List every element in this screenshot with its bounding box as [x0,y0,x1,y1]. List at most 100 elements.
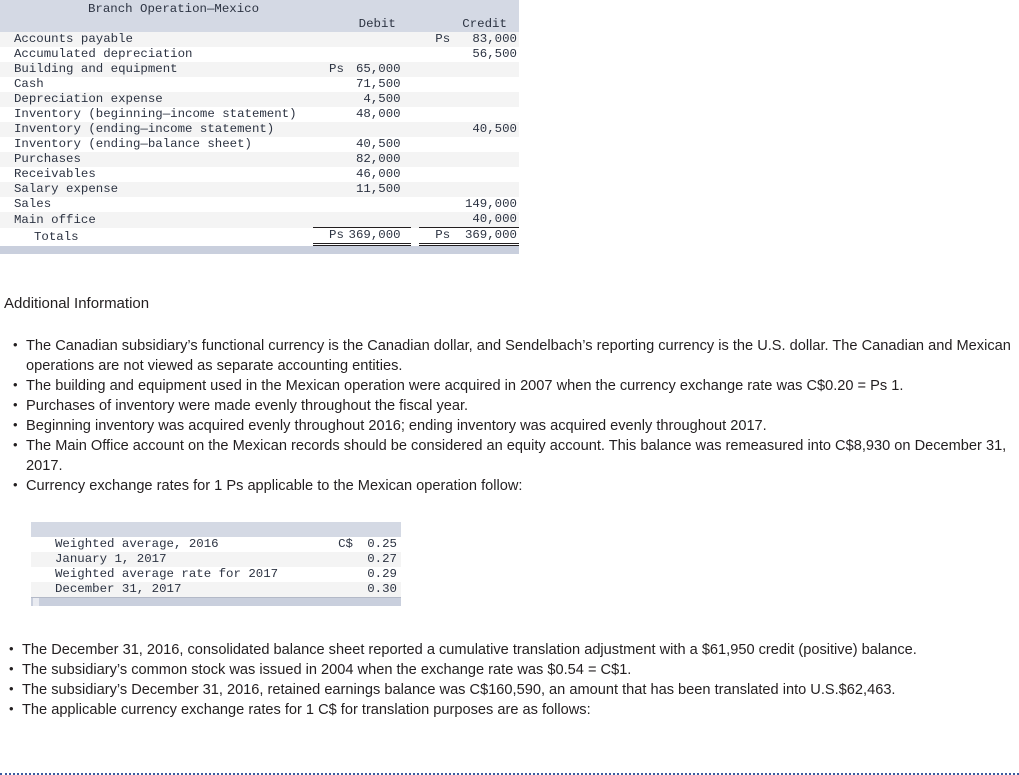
row-credit-currency [418,77,451,92]
bullet-text: The building and equipment used in the M… [26,378,904,394]
column-header-debit: Debit [343,17,411,32]
row-credit: 56,500 [450,47,519,62]
exchange-rates-body: Weighted average, 2016 C$ 0.25 January 1… [31,537,401,597]
table-row: January 1, 2017 0.27 [31,552,401,567]
table-row: December 31, 2017 0.30 [31,582,401,597]
list-item: The Main Office account on the Mexican r… [4,435,1019,476]
row-debit [343,32,411,47]
table-row: Inventory (ending—balance sheet) 40,500 [0,137,519,152]
bullet-text: The Canadian subsidiary’s functional cur… [26,338,1011,374]
row-debit: 4,500 [343,92,411,107]
row-gap [410,212,419,228]
list-item: The applicable currency exchange rates f… [0,699,1019,720]
row-debit: 82,000 [343,152,411,167]
totals-credit-currency: Ps [418,227,451,246]
row-credit [450,182,519,197]
row-credit [450,107,519,122]
list-item: The December 31, 2016, consolidated bala… [0,639,1019,660]
list-item: Purchases of inventory were made evenly … [4,395,1019,416]
column-header-credit: Credit [450,17,519,32]
totals-credit: 369,000 [450,227,519,246]
row-debit-currency [312,77,344,92]
additional-information-section: Additional Information The Canadian subs… [0,295,1019,496]
rate-label: December 31, 2017 [31,582,317,597]
totals-row: Totals Ps 369,000 Ps 369,000 [0,227,519,246]
row-label: Depreciation expense [0,92,313,107]
row-credit-currency [418,137,451,152]
row-credit-currency [418,107,451,122]
row-credit [450,92,519,107]
row-credit-currency [418,92,451,107]
list-item: The subsidiary’s December 31, 2016, reta… [0,679,1019,700]
additional-information-bullets: The Canadian subsidiary’s functional cur… [4,335,1019,496]
row-debit-currency [312,107,344,122]
row-gap [410,62,419,77]
list-item: Beginning inventory was acquired evenly … [4,415,1019,436]
row-debit-currency [312,47,344,62]
row-debit-currency [312,137,344,152]
row-debit-currency [312,197,344,212]
row-credit [450,62,519,77]
row-gap [410,92,419,107]
bullet-text: Currency exchange rates for 1 Ps applica… [26,478,523,494]
row-credit: 40,500 [450,122,519,137]
rate-value: 0.30 [353,582,401,597]
row-debit [343,212,411,228]
row-debit [343,197,411,212]
row-debit-currency [312,212,344,228]
table-row: Weighted average, 2016 C$ 0.25 [31,537,401,552]
row-credit-currency [418,122,451,137]
row-label: Salary expense [0,182,313,197]
additional-information-bullets-2: The December 31, 2016, consolidated bala… [0,639,1019,720]
totals-label: Totals [0,227,313,245]
trial-balance-table: Branch Operation—Mexico Debit Credit Acc… [0,0,519,246]
table-row: Inventory (ending—income statement) 40,5… [0,122,519,137]
row-debit-currency [312,152,344,167]
table-row: Salary expense 11,500 [0,182,519,197]
exchange-rates-table: Weighted average, 2016 C$ 0.25 January 1… [31,537,401,597]
column-header-credit-currency [418,17,451,32]
table-row: Receivables 46,000 [0,167,519,182]
row-debit: 11,500 [343,182,411,197]
trial-balance-column-header-row: Debit Credit [0,17,519,32]
bullet-text: The subsidiary’s December 31, 2016, reta… [22,682,896,698]
trial-balance-title-row: Branch Operation—Mexico [0,0,519,17]
row-debit-currency: Ps [312,62,344,77]
row-credit [450,77,519,92]
page-title: Additional Information [4,295,150,312]
row-credit: 149,000 [450,197,519,212]
row-debit-currency [312,167,344,182]
bullet-text: The December 31, 2016, consolidated bala… [22,642,917,658]
bullet-text: The subsidiary’s common stock was issued… [22,662,632,678]
exchange-rates-header-bar [31,522,401,537]
bullet-text: The applicable currency exchange rates f… [22,702,591,718]
totals-debit: 369,000 [343,227,411,246]
row-credit-currency [418,212,451,228]
totals-debit-currency: Ps [312,227,344,246]
row-credit-currency [418,152,451,167]
row-gap [410,197,419,212]
row-label: Inventory (ending—balance sheet) [0,137,313,152]
row-label: Purchases [0,152,313,167]
table-row: Main office 40,000 [0,212,519,228]
trial-balance-table-container: Branch Operation—Mexico Debit Credit Acc… [0,0,519,254]
row-label: Inventory (ending—income statement) [0,122,313,137]
table-row: Accounts payable Ps 83,000 [0,32,519,47]
row-credit [450,167,519,182]
row-credit-currency [418,167,451,182]
trial-balance-title: Branch Operation—Mexico [0,0,519,17]
rate-value: 0.27 [353,552,401,567]
row-credit-currency: Ps [418,32,451,47]
list-item: The Canadian subsidiary’s functional cur… [4,335,1019,376]
trial-balance-body: Branch Operation—Mexico Debit Credit Acc… [0,0,519,246]
row-label: Accounts payable [0,32,313,47]
row-label: Inventory (beginning—income statement) [0,107,313,122]
table-row: Depreciation expense 4,500 [0,92,519,107]
rate-currency [317,582,353,597]
row-debit [343,122,411,137]
row-debit: 65,000 [343,62,411,77]
trial-balance-footer-bar [0,246,519,254]
rate-value: 0.25 [353,537,401,552]
list-item: The subsidiary’s common stock was issued… [0,659,1019,680]
row-debit: 40,500 [343,137,411,152]
